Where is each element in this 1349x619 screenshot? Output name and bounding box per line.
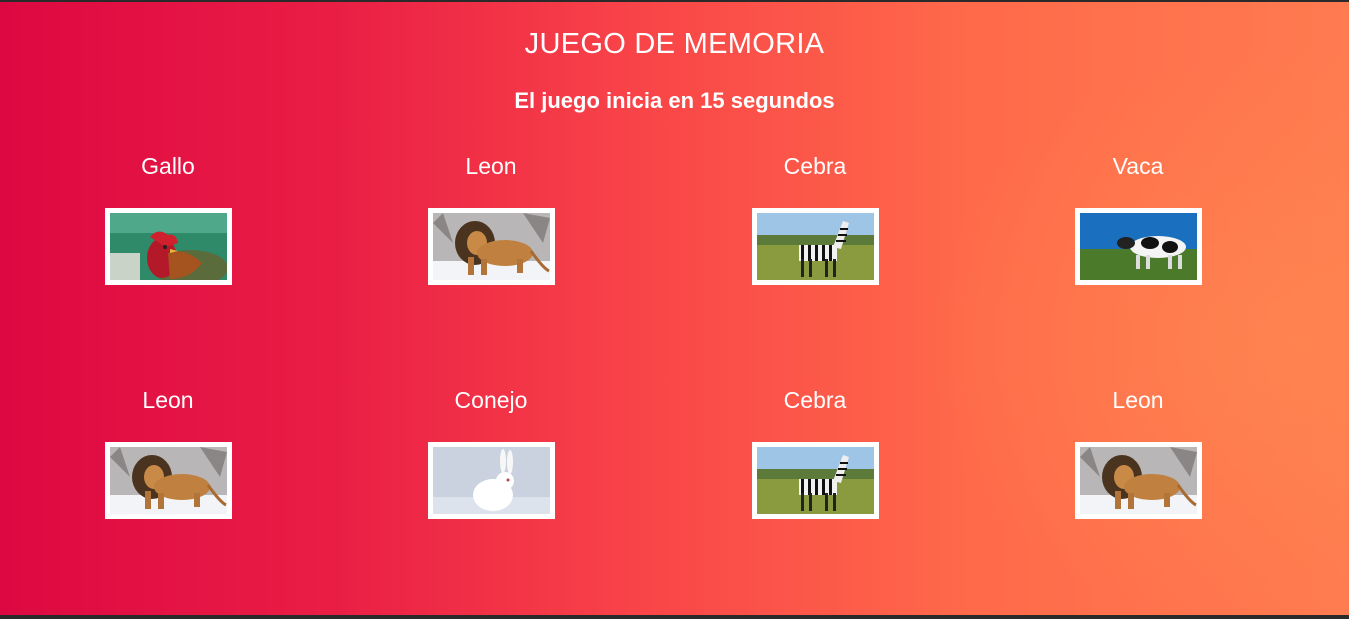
lion-image[interactable] bbox=[105, 442, 232, 519]
memory-card-2[interactable]: Leon bbox=[391, 151, 591, 285]
cow-picture bbox=[1080, 213, 1197, 280]
memory-card-1[interactable]: Gallo bbox=[68, 151, 268, 285]
card-label: Leon bbox=[465, 153, 517, 179]
card-label: Vaca bbox=[1112, 153, 1164, 179]
page-title: JUEGO DE MEMORIA bbox=[524, 28, 825, 60]
memory-card-4[interactable]: Vaca bbox=[1038, 151, 1238, 285]
rabbit-image[interactable] bbox=[428, 442, 555, 519]
lion-picture bbox=[1080, 447, 1197, 514]
zebra-picture bbox=[757, 213, 874, 280]
lion-image[interactable] bbox=[1075, 442, 1202, 519]
card-label: Leon bbox=[142, 387, 194, 413]
memory-card-6[interactable]: Conejo bbox=[391, 385, 591, 519]
cow-image[interactable] bbox=[1075, 208, 1202, 285]
card-label: Cebra bbox=[783, 153, 847, 179]
card-label: Conejo bbox=[454, 387, 528, 413]
lion-image[interactable] bbox=[428, 208, 555, 285]
lion-picture bbox=[433, 213, 550, 280]
memory-card-3[interactable]: Cebra bbox=[715, 151, 915, 285]
zebra-picture bbox=[757, 447, 874, 514]
memory-card-5[interactable]: Leon bbox=[68, 385, 268, 519]
zebra-image[interactable] bbox=[752, 208, 879, 285]
memory-card-7[interactable]: Cebra bbox=[715, 385, 915, 519]
card-label: Cebra bbox=[783, 387, 847, 413]
game-page: JUEGO DE MEMORIA El juego inicia en 15 s… bbox=[0, 2, 1349, 615]
rabbit-picture bbox=[433, 447, 550, 514]
rooster-picture bbox=[110, 213, 227, 280]
card-label: Leon bbox=[1112, 387, 1164, 413]
rooster-image[interactable] bbox=[105, 208, 232, 285]
zebra-image[interactable] bbox=[752, 442, 879, 519]
card-label: Gallo bbox=[141, 153, 195, 179]
countdown-message: El juego inicia en 15 segundos bbox=[514, 88, 835, 113]
memory-card-8[interactable]: Leon bbox=[1038, 385, 1238, 519]
lion-picture bbox=[110, 447, 227, 514]
